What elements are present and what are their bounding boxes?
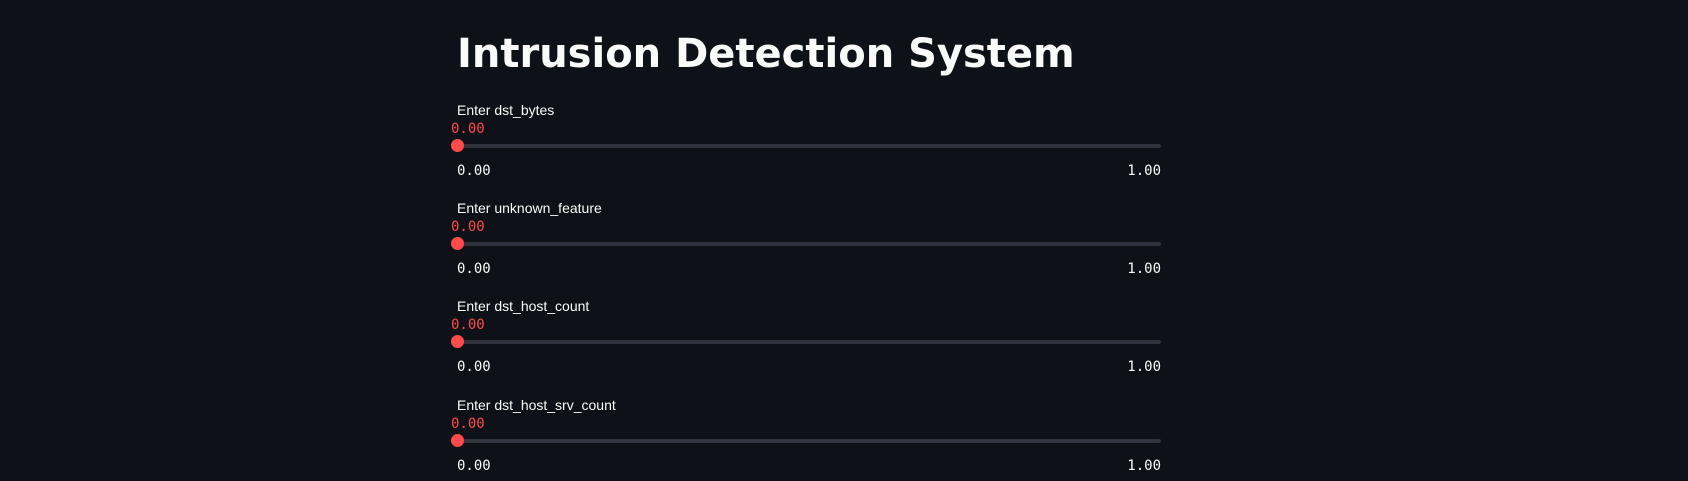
- slider-max-label: 1.00: [1127, 359, 1161, 375]
- slider-track[interactable]: [451, 139, 1161, 152]
- slider-label: Enter dst_host_count: [457, 298, 590, 314]
- slider-min-label: 0.00: [457, 163, 491, 179]
- slider-dst-bytes: Enter dst_bytes 0.00 0.00 1.00: [451, 101, 1161, 181]
- slider-label: Enter dst_host_srv_count: [457, 397, 616, 413]
- slider-dst-host-srv-count: Enter dst_host_srv_count 0.00 0.00 1.00: [451, 396, 1161, 476]
- slider-label: Enter dst_bytes: [457, 102, 555, 118]
- slider-current-value: 0.00: [451, 317, 485, 333]
- slider-current-value: 0.00: [451, 219, 485, 235]
- slider-thumb[interactable]: [451, 434, 464, 447]
- slider-thumb[interactable]: [451, 237, 464, 250]
- slider-thumb[interactable]: [451, 139, 464, 152]
- slider-track[interactable]: [451, 434, 1161, 447]
- slider-label: Enter unknown_feature: [457, 200, 602, 216]
- slider-min-label: 0.00: [457, 458, 491, 474]
- slider-unknown-feature: Enter unknown_feature 0.00 0.00 1.00: [451, 199, 1161, 279]
- slider-max-label: 1.00: [1127, 163, 1161, 179]
- slider-max-label: 1.00: [1127, 261, 1161, 277]
- slider-min-label: 0.00: [457, 359, 491, 375]
- slider-dst-host-count: Enter dst_host_count 0.00 0.00 1.00: [451, 297, 1161, 377]
- slider-track[interactable]: [451, 335, 1161, 348]
- slider-current-value: 0.00: [451, 416, 485, 432]
- page-title: Intrusion Detection System: [457, 31, 1075, 77]
- slider-track[interactable]: [451, 237, 1161, 250]
- slider-thumb[interactable]: [451, 335, 464, 348]
- slider-min-label: 0.00: [457, 261, 491, 277]
- slider-max-label: 1.00: [1127, 458, 1161, 474]
- slider-current-value: 0.00: [451, 121, 485, 137]
